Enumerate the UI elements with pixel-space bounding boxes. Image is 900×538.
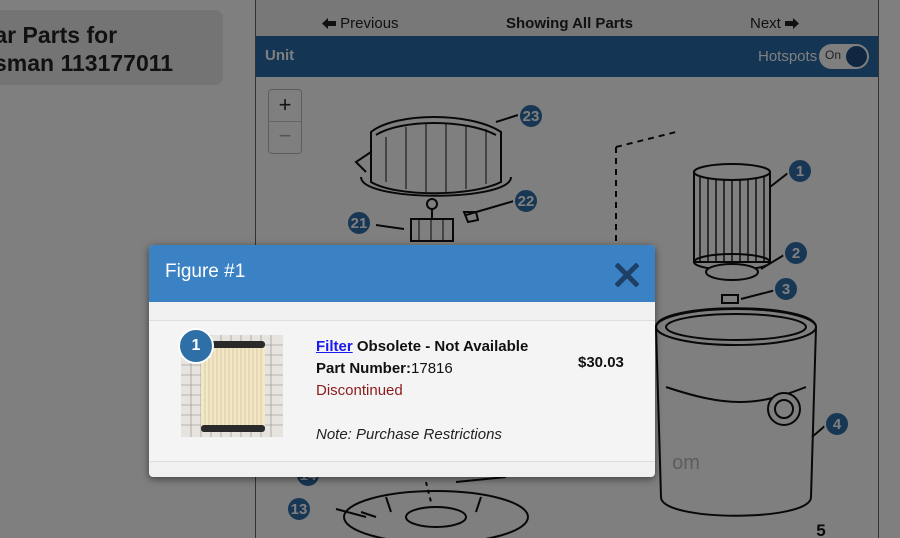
part-price: $30.03 bbox=[578, 354, 624, 371]
modal-header: Figure #1 bbox=[149, 245, 655, 302]
availability-text: Obsolete - Not Available bbox=[356, 338, 529, 355]
callout-badge: 1 bbox=[178, 328, 214, 364]
part-number-value: 17816 bbox=[411, 360, 453, 377]
purchase-restrictions-note: Note: Purchase Restrictions bbox=[316, 426, 502, 443]
figure-modal: Figure #1 1 Filter Obsolete - Not Availa… bbox=[149, 245, 655, 477]
part-number-label: Part Number: bbox=[316, 360, 412, 377]
part-list-item: 1 Filter Obsolete - Not Available Part N… bbox=[149, 320, 655, 462]
part-name-link[interactable]: Filter bbox=[316, 338, 353, 355]
part-info: Filter Obsolete - Not Available Part Num… bbox=[316, 338, 528, 404]
modal-title: Figure #1 bbox=[165, 261, 246, 282]
status-text: Discontinued bbox=[316, 382, 403, 399]
close-x-icon[interactable] bbox=[615, 263, 639, 287]
